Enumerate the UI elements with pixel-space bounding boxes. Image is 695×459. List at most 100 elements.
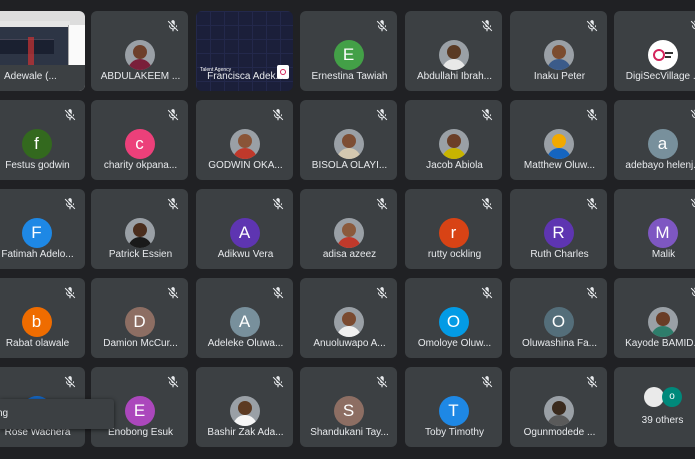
participant-name: Toby Timothy [425,427,484,438]
avatar [647,40,678,70]
participant-tile[interactable]: Inaku Peter [510,11,607,91]
participant-name: Malik [651,249,676,260]
mic-off-icon [63,375,77,389]
mic-off-icon [166,375,180,389]
participant-tile[interactable]: Talent Agency Francisca Adek... [196,11,293,91]
participant-tile[interactable]: Patrick Essien [91,189,188,269]
avatar-photo [124,40,155,70]
avatar-photo [543,40,574,70]
participant-tile[interactable]: Matthew Oluw... [510,100,607,180]
avatar: A [229,307,260,337]
mic-off-icon [63,197,77,211]
participant-tile[interactable]: Abdullahi Ibrah... [405,11,502,91]
participant-name: adebayo helenj... [625,160,695,171]
participant-name: Ernestina Tawiah [311,71,388,82]
participant-name: Kayode BAMID... [625,338,695,349]
avatar: A [229,218,260,248]
mic-off-icon [375,375,389,389]
participant-name: Fatimah Adelo... [1,249,74,260]
participant-name: charity okpana... [103,160,178,171]
mic-off-icon [480,19,494,33]
participant-tile[interactable]: BISOLA OLAYI... [300,100,397,180]
avatar-photo [543,396,574,426]
avatar: a [647,129,678,159]
participant-name: Ruth Charles [530,249,589,260]
participant-tile[interactable]: b Rabat olawale [0,278,85,358]
digisec-logo-icon [652,49,673,61]
mic-off-icon [166,19,180,33]
participant-tile[interactable]: E Ernestina Tawiah [300,11,397,91]
avatar: b [21,307,52,337]
participant-tile[interactable]: T Toby Timothy [405,367,502,447]
participant-tile[interactable]: A Adeleke Oluwa... [196,278,293,358]
participant-tile[interactable]: Bashir Zak Ada... [196,367,293,447]
avatar: O [438,307,469,337]
avatar-photo [543,129,574,159]
participant-name: adisa azeez [322,249,377,260]
participant-name: Inaku Peter [533,71,586,82]
mic-off-icon [375,108,389,122]
mic-off-icon [585,108,599,122]
participant-tile[interactable]: O Oluwashina Fa... [510,278,607,358]
mic-off-icon [375,286,389,300]
avatar: E [124,396,155,426]
participant-name: rutty ockling [427,249,482,260]
participant-tile[interactable]: R Ruth Charles [510,189,607,269]
avatar: F [21,218,52,248]
avatar-photo [124,218,155,248]
mic-off-icon [271,108,285,122]
mic-off-icon [689,19,695,33]
avatar: c [124,129,155,159]
participant-tile[interactable]: Adewale (... [0,11,85,91]
participant-tile[interactable]: adisa azeez [300,189,397,269]
participant-tile[interactable]: Jacob Abiola [405,100,502,180]
avatar [644,387,664,407]
toast-text: ng [0,408,9,419]
others-tile[interactable]: o 39 others [614,367,695,447]
participant-name: Jacob Abiola [426,160,483,171]
notification-toast[interactable]: ng [0,399,114,429]
participant-tile[interactable]: a adebayo helenj... [614,100,695,180]
participant-tile[interactable]: Kayode BAMID... [614,278,695,358]
avatar: D [124,307,155,337]
participant-name: Bashir Zak Ada... [207,427,284,438]
avatar-photo [333,129,364,159]
participant-tile[interactable]: DigiSecVillage ... [614,11,695,91]
participant-tile[interactable]: D Damion McCur... [91,278,188,358]
participant-name: Adikwu Vera [217,249,274,260]
participant-tile[interactable]: A Adikwu Vera [196,189,293,269]
avatar-photo [647,307,678,337]
participant-tile[interactable]: F Fatimah Adelo... [0,189,85,269]
participant-name: Adewale (... [4,71,57,82]
participant-tile[interactable]: Anuoluwapo A... [300,278,397,358]
mic-off-icon [63,108,77,122]
participant-name: Omoloye Oluw... [417,338,492,349]
mic-off-icon [585,197,599,211]
participant-tile[interactable]: c charity okpana... [91,100,188,180]
participant-name: Ogunmodede ... [523,427,596,438]
mic-off-icon [271,375,285,389]
participant-name: Anuoluwapo A... [313,338,386,349]
participant-name: Matthew Oluw... [523,160,596,171]
participant-tile[interactable]: r rutty ockling [405,189,502,269]
participant-tile[interactable]: GODWIN OKA... [196,100,293,180]
participant-tile[interactable]: O Omoloye Oluw... [405,278,502,358]
avatar-photo [333,218,364,248]
participant-name: Festus godwin [5,160,70,171]
mic-off-icon [480,286,494,300]
mic-off-icon [480,108,494,122]
avatar: S [333,396,364,426]
mic-off-icon [689,197,695,211]
participant-tile[interactable]: M Malik [614,189,695,269]
participant-tile[interactable]: ABDULAKEEM ... [91,11,188,91]
participant-tile[interactable]: f Festus godwin [0,100,85,180]
participant-tile[interactable]: Ogunmodede ... [510,367,607,447]
mic-off-icon [166,197,180,211]
participant-name: Francisca Adek... [207,71,284,82]
participant-name: Adeleke Oluwa... [207,338,284,349]
participant-name: Abdullahi Ibrah... [416,71,493,82]
participant-name: Rabat olawale [5,338,70,349]
avatar: R [543,218,574,248]
mic-off-icon [375,197,389,211]
participant-tile[interactable]: S Shandukani Tay... [300,367,397,447]
